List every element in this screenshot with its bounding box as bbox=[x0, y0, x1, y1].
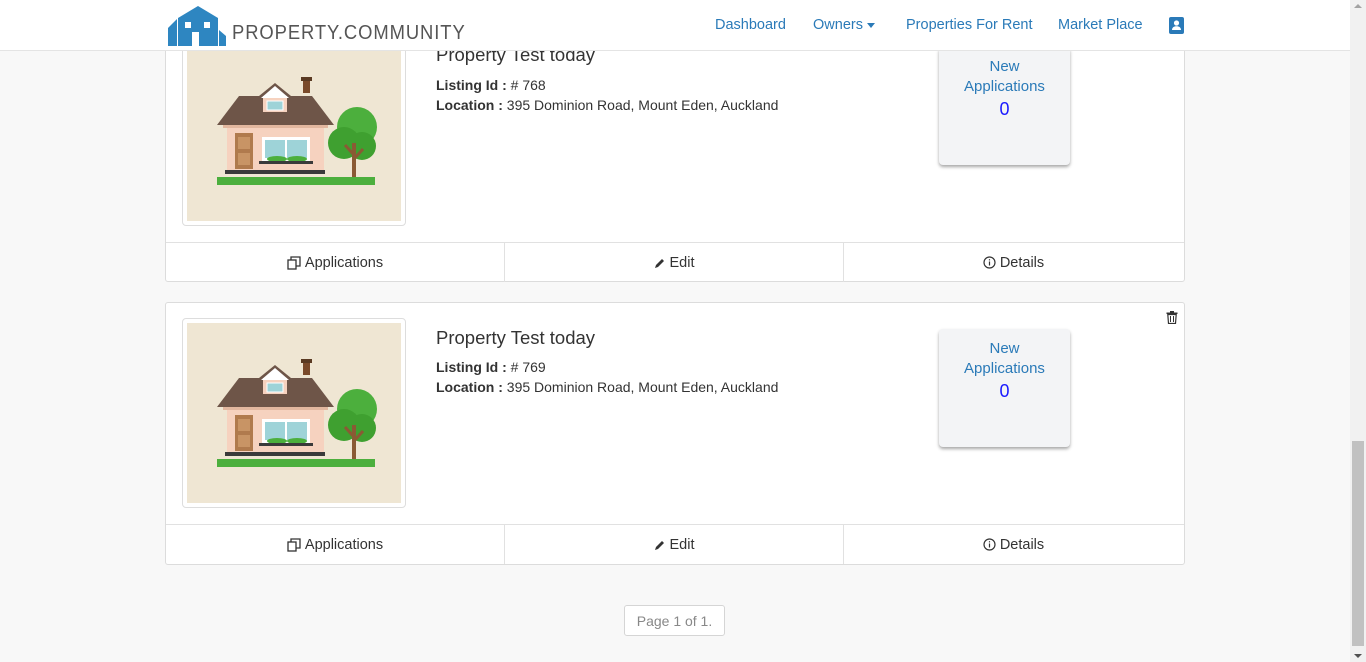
nav-dashboard-link[interactable]: Dashboard bbox=[715, 17, 786, 33]
nav-market-place[interactable]: Market Place bbox=[1058, 0, 1143, 50]
details-button[interactable]: Details bbox=[844, 243, 1183, 282]
listing-id-value: # 769 bbox=[510, 359, 546, 375]
listing-id-label: Listing Id : bbox=[436, 359, 507, 375]
nav-properties-for-rent[interactable]: Properties For Rent bbox=[906, 0, 1033, 50]
top-navbar: PROPERTY.COMMUNITY Dashboard Owners Prop… bbox=[0, 0, 1350, 51]
listing-location: Location : 395 Dominion Road, Mount Eden… bbox=[436, 379, 778, 395]
scroll-down-arrow-icon[interactable] bbox=[1354, 654, 1362, 658]
listing-id-label: Listing Id : bbox=[436, 77, 507, 93]
new-applications-box[interactable]: New Applications 0 bbox=[939, 47, 1070, 165]
house-image bbox=[187, 41, 401, 221]
location-label: Location : bbox=[436, 379, 503, 395]
scroll-up-arrow-icon[interactable] bbox=[1354, 4, 1362, 8]
details-button-label: Details bbox=[999, 536, 1045, 553]
listing-actions: Applications Edit Details bbox=[166, 524, 1184, 564]
applications-button-label: Applications bbox=[304, 536, 384, 553]
nav-dashboard[interactable]: Dashboard bbox=[715, 0, 786, 50]
caret-down-icon bbox=[866, 22, 875, 28]
nav-owners-link[interactable]: Owners bbox=[813, 17, 863, 33]
pencil-icon bbox=[654, 258, 664, 268]
nav-properties-for-rent-link[interactable]: Properties For Rent bbox=[906, 17, 1033, 33]
brand-logo[interactable]: PROPERTY.COMMUNITY bbox=[168, 4, 486, 46]
details-button[interactable]: Details bbox=[844, 525, 1183, 564]
contact-card-icon[interactable] bbox=[1169, 16, 1184, 34]
applications-button[interactable]: Applications bbox=[166, 243, 505, 282]
listing-id: Listing Id : # 769 bbox=[436, 359, 546, 375]
new-applications-label-1: New bbox=[989, 340, 1020, 357]
copy-icon bbox=[287, 537, 301, 552]
scrollbar-thumb[interactable] bbox=[1352, 441, 1364, 646]
details-button-label: Details bbox=[999, 254, 1045, 271]
page-content: Property Test today Listing Id : # 768 L… bbox=[0, 0, 1350, 662]
edit-button[interactable]: Edit bbox=[505, 525, 844, 564]
nav-profile[interactable] bbox=[1169, 0, 1184, 50]
new-applications-label-2: Applications bbox=[964, 360, 1045, 377]
pagination: Page 1 of 1. bbox=[624, 605, 725, 636]
new-applications-label-1: New bbox=[989, 58, 1020, 75]
location-value: 395 Dominion Road, Mount Eden, Auckland bbox=[506, 379, 779, 395]
trash-icon[interactable] bbox=[1166, 311, 1178, 324]
property-thumbnail[interactable] bbox=[182, 36, 406, 226]
edit-button-label: Edit bbox=[669, 254, 695, 271]
listing-id-value: # 768 bbox=[510, 77, 546, 93]
nav-owners-dropdown[interactable]: Owners bbox=[813, 0, 875, 50]
brand-name: PROPERTY.COMMUNITY bbox=[232, 22, 466, 44]
listing-actions: Applications Edit Details bbox=[166, 242, 1184, 282]
vertical-scrollbar[interactable] bbox=[1350, 0, 1366, 662]
info-icon bbox=[983, 538, 996, 551]
house-logo-icon bbox=[168, 6, 226, 46]
copy-icon bbox=[287, 255, 301, 270]
listing-card: Property Test today Listing Id : # 769 L… bbox=[165, 302, 1185, 565]
listing-location: Location : 395 Dominion Road, Mount Eden… bbox=[436, 97, 778, 113]
pencil-icon bbox=[654, 540, 664, 550]
new-applications-count: 0 bbox=[999, 381, 1010, 401]
applications-button-label: Applications bbox=[304, 254, 384, 271]
edit-button[interactable]: Edit bbox=[505, 243, 844, 282]
new-applications-label-2: Applications bbox=[964, 78, 1045, 95]
new-applications-box[interactable]: New Applications 0 bbox=[939, 329, 1070, 447]
location-value: 395 Dominion Road, Mount Eden, Auckland bbox=[506, 97, 779, 113]
info-icon bbox=[983, 256, 996, 269]
listing-id: Listing Id : # 768 bbox=[436, 77, 546, 93]
listing-title: Property Test today bbox=[436, 327, 596, 348]
applications-button[interactable]: Applications bbox=[166, 525, 505, 564]
new-applications-count: 0 bbox=[999, 99, 1010, 119]
location-label: Location : bbox=[436, 97, 503, 113]
edit-button-label: Edit bbox=[669, 536, 695, 553]
house-image bbox=[187, 323, 401, 503]
nav-market-place-link[interactable]: Market Place bbox=[1058, 17, 1143, 33]
property-thumbnail[interactable] bbox=[182, 318, 406, 508]
listing-card: Property Test today Listing Id : # 768 L… bbox=[165, 20, 1185, 282]
